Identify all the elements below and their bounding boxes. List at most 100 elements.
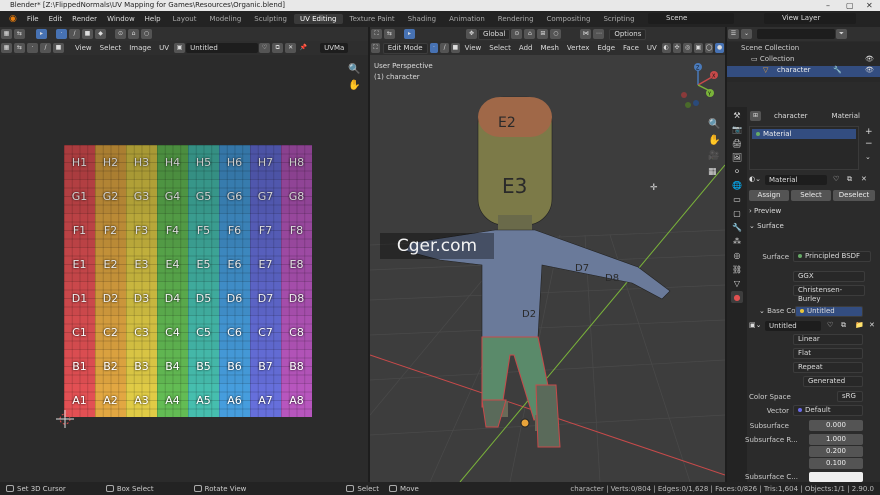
- modifier-icon[interactable]: 🔧: [833, 66, 842, 74]
- viewport-pan-icon[interactable]: ✋: [708, 135, 720, 146]
- snap-toggle-icon[interactable]: ⌂: [524, 29, 536, 39]
- navigation-gizmo[interactable]: Z X Y: [676, 63, 722, 109]
- face-select-icon[interactable]: ■: [82, 29, 93, 39]
- vector-field[interactable]: Default: [793, 405, 863, 416]
- image-x-icon[interactable]: ✕: [869, 321, 875, 329]
- base-color-expand-icon[interactable]: ⌄: [759, 307, 767, 315]
- image-new-icon[interactable]: ⧉: [272, 43, 284, 53]
- pin-icon[interactable]: 📌: [298, 43, 309, 53]
- edge-select-icon[interactable]: /: [69, 29, 80, 39]
- outliner-display-icon[interactable]: ⌄: [741, 29, 752, 39]
- snap-icon[interactable]: ⌂: [128, 29, 139, 39]
- interpolation-dropdown[interactable]: Linear: [793, 334, 863, 345]
- scene-tab-icon[interactable]: ⚪: [731, 165, 743, 177]
- image-browse-dropdown-icon[interactable]: ▣⌄: [749, 321, 761, 329]
- image-selector[interactable]: ▣⌄ Untitled ♡ ⧉ 📁 ✕: [749, 321, 877, 333]
- distribution-dropdown[interactable]: GGX: [793, 271, 865, 282]
- transform-orientation-icon[interactable]: ✥: [466, 29, 477, 39]
- assign-button[interactable]: Assign: [749, 190, 789, 201]
- world-tab-icon[interactable]: 🌐: [731, 179, 743, 191]
- image-open-icon[interactable]: 📁: [855, 321, 864, 329]
- radius-y-value[interactable]: 0.200: [809, 446, 863, 457]
- object-tab-icon[interactable]: ▢: [731, 207, 743, 219]
- face-mode-icon[interactable]: ■: [450, 43, 460, 53]
- add-slot-button[interactable]: +: [865, 127, 873, 137]
- render-tab-icon[interactable]: 📷: [731, 123, 743, 135]
- minimize-icon[interactable]: –: [826, 0, 830, 11]
- material-tab-icon[interactable]: ●: [731, 291, 743, 303]
- uv-face-icon[interactable]: ■: [53, 43, 64, 53]
- viewport-mode-toggle-icon[interactable]: ⇆: [384, 29, 395, 39]
- xray-mirror-icon[interactable]: ⋈: [580, 29, 592, 39]
- remove-slot-button[interactable]: −: [865, 139, 873, 149]
- tab-uv-editing[interactable]: UV Editing: [293, 14, 343, 24]
- proportional-edit-icon[interactable]: ○: [550, 29, 562, 39]
- image-fake-user-icon[interactable]: ♡: [259, 43, 271, 53]
- material-copy-icon[interactable]: ⧉: [847, 175, 852, 184]
- data-tab-icon[interactable]: ▽: [731, 277, 743, 289]
- scene-collection-row[interactable]: Scene Collection: [741, 44, 799, 52]
- options-dropdown[interactable]: Options: [609, 28, 647, 40]
- preview-panel[interactable]: › Preview: [749, 207, 781, 215]
- uv-checker-grid[interactable]: H1 H2 H3 H4 H5 H6 H7 H8 G1 G2 G3 G4 G5 G6 G7 G8 F1 F2 F3 F4…: [64, 145, 312, 417]
- tab-scripting[interactable]: Scripting: [597, 14, 640, 24]
- uv-sync-icon[interactable]: ⇆: [14, 43, 25, 53]
- gizmo-toggle-icon[interactable]: ✣: [672, 43, 682, 53]
- menu-help[interactable]: Help: [140, 15, 166, 23]
- image-name-field[interactable]: Untitled: [186, 43, 259, 53]
- visibility-icon[interactable]: ◐: [661, 43, 671, 53]
- viewport-select-tool-icon[interactable]: ▸: [404, 29, 415, 39]
- tab-sculpting[interactable]: Sculpting: [248, 14, 293, 24]
- subsurface-value[interactable]: 0.000: [809, 420, 863, 431]
- vp-menu-select[interactable]: Select: [485, 44, 515, 52]
- view-layer-selector[interactable]: View Layer: [764, 13, 856, 24]
- zoom-icon[interactable]: 🔍: [348, 64, 360, 75]
- particles-tab-icon[interactable]: ⁂: [731, 235, 743, 247]
- material-name-field[interactable]: Material: [765, 175, 827, 185]
- constraints-tab-icon[interactable]: ⛓: [731, 263, 743, 275]
- menu-window[interactable]: Window: [102, 15, 140, 23]
- base-color-field[interactable]: Untitled: [795, 306, 863, 317]
- tab-modeling[interactable]: Modeling: [203, 14, 247, 24]
- collection-row[interactable]: ▭ Collection 👁: [751, 55, 874, 63]
- outliner-search[interactable]: [757, 29, 835, 39]
- outliner[interactable]: Scene Collection ▭ Collection 👁 ▽ characte…: [727, 42, 880, 82]
- modifier-tab-icon[interactable]: 🔧: [731, 221, 743, 233]
- scene-selector[interactable]: Scene: [648, 13, 734, 24]
- select-button[interactable]: Select: [791, 190, 831, 201]
- island-select-icon[interactable]: ◆: [95, 29, 106, 39]
- viewport-editor-type-icon[interactable]: ⛶: [371, 29, 382, 39]
- camera-view-icon[interactable]: 🎥: [708, 151, 719, 161]
- deselect-button[interactable]: Deselect: [833, 190, 875, 201]
- uv-vertex-icon[interactable]: ·: [27, 43, 38, 53]
- material-fake-user-icon[interactable]: ♡: [833, 175, 839, 183]
- material-slot-list[interactable]: Material: [749, 126, 859, 170]
- character-mesh[interactable]: [405, 96, 671, 448]
- projection-dropdown[interactable]: Flat: [793, 348, 863, 359]
- pivot-point-icon[interactable]: ⊙: [511, 29, 523, 39]
- perspective-toggle-icon[interactable]: ▦: [708, 167, 717, 177]
- tab-compositing[interactable]: Compositing: [541, 14, 597, 24]
- close-icon[interactable]: ✕: [866, 0, 873, 11]
- snap-target-icon[interactable]: ⊞: [537, 29, 549, 39]
- uv-editor[interactable]: ▦ ⇆ ▸ · / ■ ◆ ⊙ ⌂ ○ ▦ ⇆ · / ■ View Selec…: [0, 27, 368, 482]
- subsurface-color-swatch[interactable]: [809, 472, 863, 482]
- tab-layout[interactable]: Layout: [167, 14, 203, 24]
- mode-dropdown[interactable]: Edit Mode: [382, 42, 428, 54]
- menu-render[interactable]: Render: [67, 15, 102, 23]
- image-unlink-icon[interactable]: ✕: [285, 43, 297, 53]
- sync-selection-icon[interactable]: ⇆: [14, 29, 25, 39]
- radius-x-value[interactable]: 1.000: [809, 434, 863, 445]
- subsurface-method-dropdown[interactable]: Christensen-Burley: [793, 285, 865, 303]
- uv-edge-icon[interactable]: /: [40, 43, 51, 53]
- material-selector[interactable]: ◐⌄ Material ♡ ⧉ ✕: [749, 175, 877, 186]
- tab-shading[interactable]: Shading: [402, 14, 442, 24]
- slot-menu-button[interactable]: ⌄: [865, 153, 871, 161]
- material-unlink-icon[interactable]: ✕: [861, 175, 867, 183]
- outliner-editor-icon[interactable]: ☰: [728, 29, 739, 39]
- vp-menu-view[interactable]: View: [461, 44, 486, 52]
- vertex-mode-icon[interactable]: ·: [429, 43, 439, 53]
- object-visibility-icon[interactable]: 👁: [865, 66, 874, 74]
- image-browse-icon[interactable]: ▣: [174, 43, 186, 53]
- tab-rendering[interactable]: Rendering: [492, 14, 540, 24]
